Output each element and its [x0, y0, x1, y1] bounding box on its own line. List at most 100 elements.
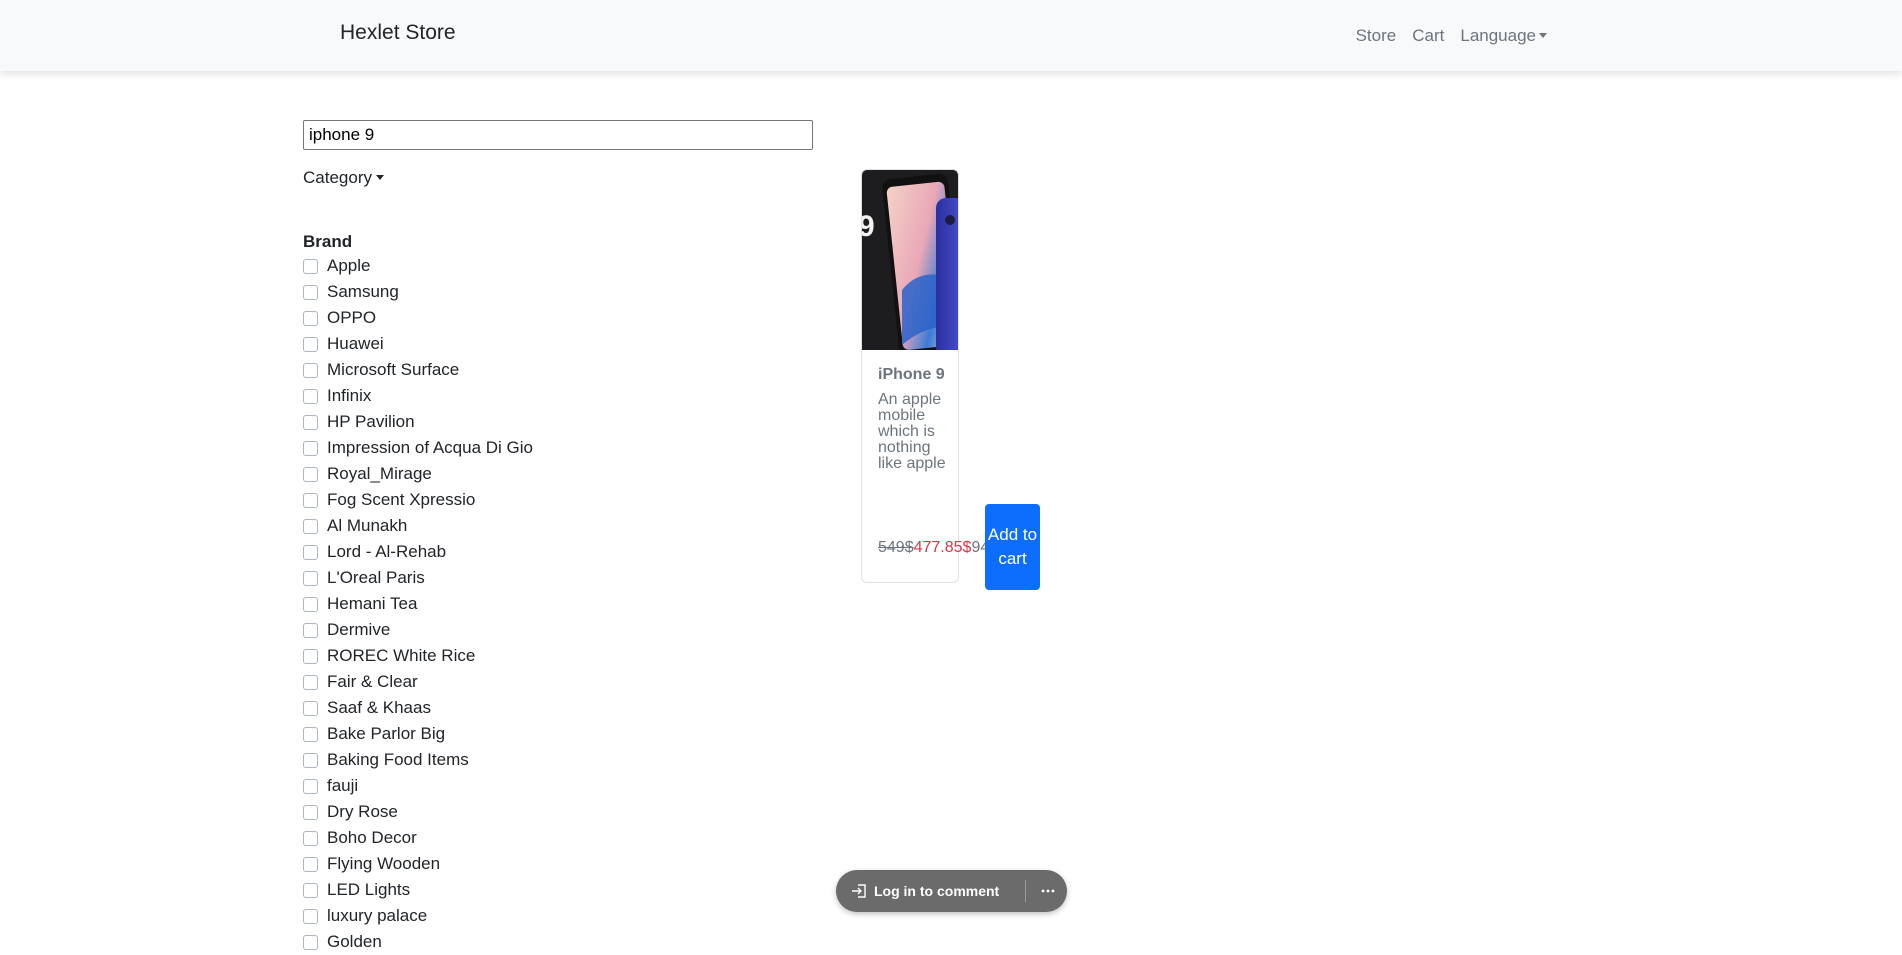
brand-checkbox[interactable] — [303, 518, 318, 534]
brand-item: L'Oreal Paris — [303, 565, 533, 591]
brand-checkbox[interactable] — [303, 440, 318, 456]
category-label: Category — [303, 168, 372, 187]
brand-checkbox[interactable] — [303, 258, 318, 274]
brand-label[interactable]: Lord - Al-Rehab — [327, 542, 446, 562]
product-image[interactable]: 9 — [862, 170, 958, 350]
divider — [1025, 880, 1026, 902]
brand-label[interactable]: Infinix — [327, 386, 371, 406]
product-price: 549$477.85$94 — [878, 539, 986, 557]
brand-checkbox[interactable] — [303, 284, 318, 300]
brand-label[interactable]: OPPO — [327, 308, 376, 328]
extra-price: 94 — [971, 539, 986, 556]
brand-checkbox[interactable] — [303, 934, 318, 950]
category-dropdown[interactable]: Category — [303, 168, 384, 188]
brand-item: Infinix — [303, 383, 533, 409]
brand-label[interactable]: Fog Scent Xpressio — [327, 490, 475, 510]
brand-checkbox[interactable] — [303, 388, 318, 404]
brand-item: Hemani Tea — [303, 591, 533, 617]
brand-label[interactable]: Golden — [327, 932, 382, 952]
brand-item: Boho Decor — [303, 825, 533, 851]
brand-item: Dry Rose — [303, 799, 533, 825]
comment-bar: Log in to comment — [836, 870, 1067, 912]
brand-checkbox[interactable] — [303, 648, 318, 664]
brand-item: Flying Wooden — [303, 851, 533, 877]
brand-checkbox[interactable] — [303, 674, 318, 690]
brand-label[interactable]: Samsung — [327, 282, 399, 302]
brand-item: ROREC White Rice — [303, 643, 533, 669]
brand-filter-title: Brand — [303, 232, 353, 251]
brand-label[interactable]: Fair & Clear — [327, 672, 418, 692]
caret-down-icon — [375, 175, 384, 180]
add-to-cart-button[interactable]: Add to cart — [985, 504, 1040, 590]
brand-checkbox[interactable] — [303, 492, 318, 508]
brand-label[interactable]: Al Munakh — [327, 516, 407, 536]
brand-label[interactable]: ROREC White Rice — [327, 646, 475, 666]
brand-item: Bake Parlor Big — [303, 721, 533, 747]
brand-label[interactable]: Dry Rose — [327, 802, 398, 822]
brand-checkbox[interactable] — [303, 310, 318, 326]
brand-item: Microsoft Surface — [303, 357, 533, 383]
brand-item: Fog Scent Xpressio — [303, 487, 533, 513]
brand-item: Dermive — [303, 617, 533, 643]
brand-item: HP Pavilion — [303, 409, 533, 435]
brand-item: Samsung — [303, 279, 533, 305]
brand-checkbox[interactable] — [303, 544, 318, 560]
brand-checkbox[interactable] — [303, 466, 318, 482]
brand-checkbox[interactable] — [303, 414, 318, 430]
nav-link-store[interactable]: Store — [1348, 26, 1405, 46]
brand-checkbox[interactable] — [303, 336, 318, 352]
brand-item: Huawei — [303, 331, 533, 357]
brand-item: Impression of Acqua Di Gio — [303, 435, 533, 461]
brand-label[interactable]: Saaf & Khaas — [327, 698, 431, 718]
brand-item: LED Lights — [303, 877, 533, 903]
product-card: 9 iPhone 9 An apple mobile which is noth… — [861, 169, 986, 583]
brand-checkbox[interactable] — [303, 804, 318, 820]
more-options-icon[interactable] — [1039, 882, 1057, 900]
brand-label[interactable]: Huawei — [327, 334, 384, 354]
brand-item: Lord - Al-Rehab — [303, 539, 533, 565]
login-to-comment-button[interactable]: Log in to comment — [874, 883, 999, 899]
brand-checkbox[interactable] — [303, 908, 318, 924]
svg-text:9: 9 — [862, 210, 875, 243]
brand-checkbox[interactable] — [303, 726, 318, 742]
brand-item: Apple — [303, 253, 533, 279]
brand-checkbox[interactable] — [303, 570, 318, 586]
brand-label[interactable]: L'Oreal Paris — [327, 568, 425, 588]
brand-label[interactable]: Boho Decor — [327, 828, 417, 848]
old-price: 549$ — [878, 539, 914, 556]
brand-label[interactable]: Bake Parlor Big — [327, 724, 445, 744]
brand-label[interactable]: HP Pavilion — [327, 412, 415, 432]
brand-label[interactable]: Hemani Tea — [327, 594, 417, 614]
brand-label[interactable]: Dermive — [327, 620, 390, 640]
brand-label[interactable]: Apple — [327, 256, 370, 276]
language-dropdown[interactable]: Language — [1452, 26, 1555, 46]
nav-links: Store Cart Language — [1348, 26, 1555, 46]
brand-label[interactable]: Microsoft Surface — [327, 360, 459, 380]
brand-label[interactable]: fauji — [327, 776, 358, 796]
brand-filter-list: Apple Samsung OPPO Huawei Microsoft Surf… — [303, 253, 533, 955]
brand-label[interactable]: Impression of Acqua Di Gio — [327, 438, 533, 458]
brand-checkbox[interactable] — [303, 596, 318, 612]
brand-checkbox[interactable] — [303, 622, 318, 638]
brand-checkbox[interactable] — [303, 830, 318, 846]
brand-item: OPPO — [303, 305, 533, 331]
brand-label[interactable]: Baking Food Items — [327, 750, 469, 770]
brand-label[interactable]: Royal_Mirage — [327, 464, 432, 484]
brand-checkbox[interactable] — [303, 778, 318, 794]
brand-checkbox[interactable] — [303, 882, 318, 898]
brand-checkbox[interactable] — [303, 752, 318, 768]
brand-label[interactable]: luxury palace — [327, 906, 427, 926]
brand-item: Golden — [303, 929, 533, 955]
brand-checkbox[interactable] — [303, 362, 318, 378]
brand-item: luxury palace — [303, 903, 533, 929]
brand-label[interactable]: Flying Wooden — [327, 854, 440, 874]
store-brand-link[interactable]: Hexlet Store — [340, 21, 456, 45]
brand-checkbox[interactable] — [303, 856, 318, 872]
brand-checkbox[interactable] — [303, 700, 318, 716]
product-description: An apple mobile which is nothing like ap… — [878, 391, 946, 472]
brand-label[interactable]: LED Lights — [327, 880, 410, 900]
brand-item: Al Munakh — [303, 513, 533, 539]
nav-link-cart[interactable]: Cart — [1404, 26, 1452, 46]
brand-item: fauji — [303, 773, 533, 799]
search-input[interactable] — [303, 120, 813, 150]
